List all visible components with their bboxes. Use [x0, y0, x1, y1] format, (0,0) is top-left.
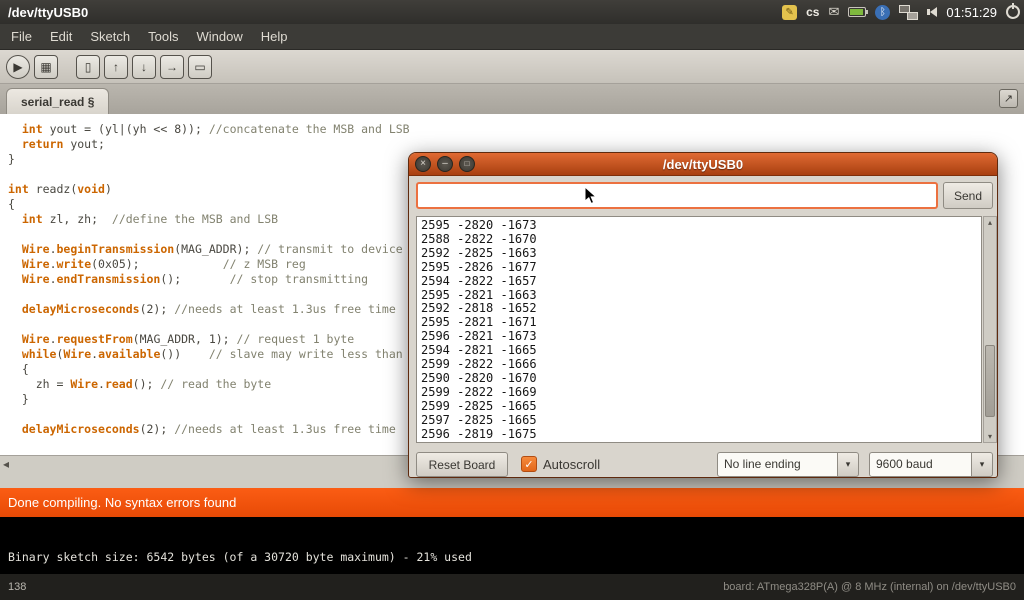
mouse-cursor [584, 186, 598, 206]
maximize-button[interactable]: □ [459, 156, 475, 172]
tab-serial-read[interactable]: serial_read § [6, 88, 109, 114]
menu-file[interactable]: File [2, 24, 41, 50]
top-panel: /dev/ttyUSB0 ✎ cs ✉ ᛒ 01:51:29 [0, 0, 1024, 24]
caret-line-number: 138 [8, 581, 26, 593]
send-button[interactable]: Send [943, 182, 993, 209]
verify-icon: ▶ [13, 61, 22, 73]
line-ending-select[interactable]: No line ending ▾ [717, 452, 859, 477]
panel-window-title: /dev/ttyUSB0 [0, 5, 88, 20]
tab-bar: serial_read § ↗ [0, 84, 1024, 114]
chevron-down-icon[interactable]: ▾ [837, 452, 859, 477]
save-button[interactable]: ↓ [132, 55, 156, 79]
scroll-down-arrow-icon[interactable]: ▾ [984, 432, 996, 441]
autoscroll-checkbox[interactable]: ✓ [521, 456, 537, 472]
network-icon[interactable] [899, 5, 918, 20]
serial-monitor-window: × – □ /dev/ttyUSB0 Send 2595 -2820 -1673… [408, 152, 998, 478]
footer-bar: 138 board: ATmega328P(A) @ 8 MHz (intern… [0, 574, 1024, 600]
open-icon: ↑ [113, 61, 119, 73]
system-tray: ✎ cs ✉ ᛒ 01:51:29 [782, 0, 1020, 24]
messages-icon[interactable]: ✉ [828, 0, 839, 24]
verify-button[interactable]: ▶ [6, 55, 30, 79]
code-line: return yout; [8, 137, 1024, 152]
console-output: Binary sketch size: 6542 bytes (of a 307… [0, 517, 1024, 574]
line-ending-value: No line ending [717, 452, 837, 477]
minimize-button[interactable]: – [437, 156, 453, 172]
menu-bar: FileEditSketchToolsWindowHelp [0, 24, 1024, 50]
chevron-down-icon[interactable]: ▾ [971, 452, 993, 477]
reset-board-button[interactable]: Reset Board [416, 452, 508, 477]
open-button[interactable]: ↑ [104, 55, 128, 79]
tab-label: serial_read § [21, 95, 94, 109]
bluetooth-icon[interactable]: ᛒ [875, 5, 890, 20]
scroll-up-arrow-icon[interactable]: ▴ [984, 218, 996, 227]
new-sketch-icon: ▯ [85, 61, 92, 73]
save-icon: ↓ [141, 61, 147, 73]
menu-window[interactable]: Window [187, 24, 251, 50]
serial-output[interactable]: 2595 -2820 -1673 2588 -2822 -1670 2592 -… [416, 216, 982, 443]
stop-button[interactable]: ▦ [34, 55, 58, 79]
session-power-icon[interactable] [1006, 5, 1020, 19]
baud-rate-select[interactable]: 9600 baud ▾ [869, 452, 993, 477]
serial-window-title: /dev/ttyUSB0 [409, 157, 997, 172]
console-text: Binary sketch size: 6542 bytes (of a 307… [0, 517, 1024, 564]
new-sketch-button[interactable]: ▯ [76, 55, 100, 79]
serial-scrollbar[interactable]: ▴ ▾ [983, 216, 997, 443]
serial-window-titlebar[interactable]: × – □ /dev/ttyUSB0 [409, 153, 997, 176]
upload-button[interactable]: → [160, 55, 184, 79]
toolbar: ▶ ▦ ▯ ↑ ↓ → ▭ [0, 50, 1024, 84]
clock[interactable]: 01:51:29 [946, 5, 997, 20]
serial-window-body: Send 2595 -2820 -1673 2588 -2822 -1670 2… [409, 176, 997, 478]
volume-icon[interactable] [927, 7, 937, 17]
autoscroll-label: Autoscroll [543, 452, 600, 477]
stop-icon: ▦ [40, 61, 51, 73]
keyboard-layout-indicator[interactable]: cs [806, 5, 819, 19]
upload-icon: → [166, 61, 178, 73]
menu-edit[interactable]: Edit [41, 24, 81, 50]
serial-monitor-button[interactable]: ▭ [188, 55, 212, 79]
notes-indicator-icon[interactable]: ✎ [782, 5, 797, 20]
code-line: int yout = (yl|(yh << 8)); //concatenate… [8, 122, 1024, 137]
menu-sketch[interactable]: Sketch [81, 24, 139, 50]
scroll-left-arrow-icon[interactable]: ◂ [3, 457, 9, 471]
serial-controls: Reset Board ✓ Autoscroll No line ending … [409, 452, 997, 478]
menu-help[interactable]: Help [252, 24, 297, 50]
serial-monitor-icon: ▭ [194, 61, 205, 73]
status-bar: Done compiling. No syntax errors found [0, 488, 1024, 517]
scrollbar-thumb[interactable] [985, 345, 995, 417]
tab-menu-button[interactable]: ↗ [999, 89, 1018, 108]
serial-input[interactable] [416, 182, 938, 209]
baud-rate-value: 9600 baud [869, 452, 971, 477]
screen: /dev/ttyUSB0 ✎ cs ✉ ᛒ 01:51:29 FileEditS… [0, 0, 1024, 600]
close-button[interactable]: × [415, 156, 431, 172]
status-message: Done compiling. No syntax errors found [8, 495, 236, 510]
board-info: board: ATmega328P(A) @ 8 MHz (internal) … [723, 581, 1016, 593]
menu-tools[interactable]: Tools [139, 24, 187, 50]
battery-icon[interactable] [848, 7, 866, 17]
